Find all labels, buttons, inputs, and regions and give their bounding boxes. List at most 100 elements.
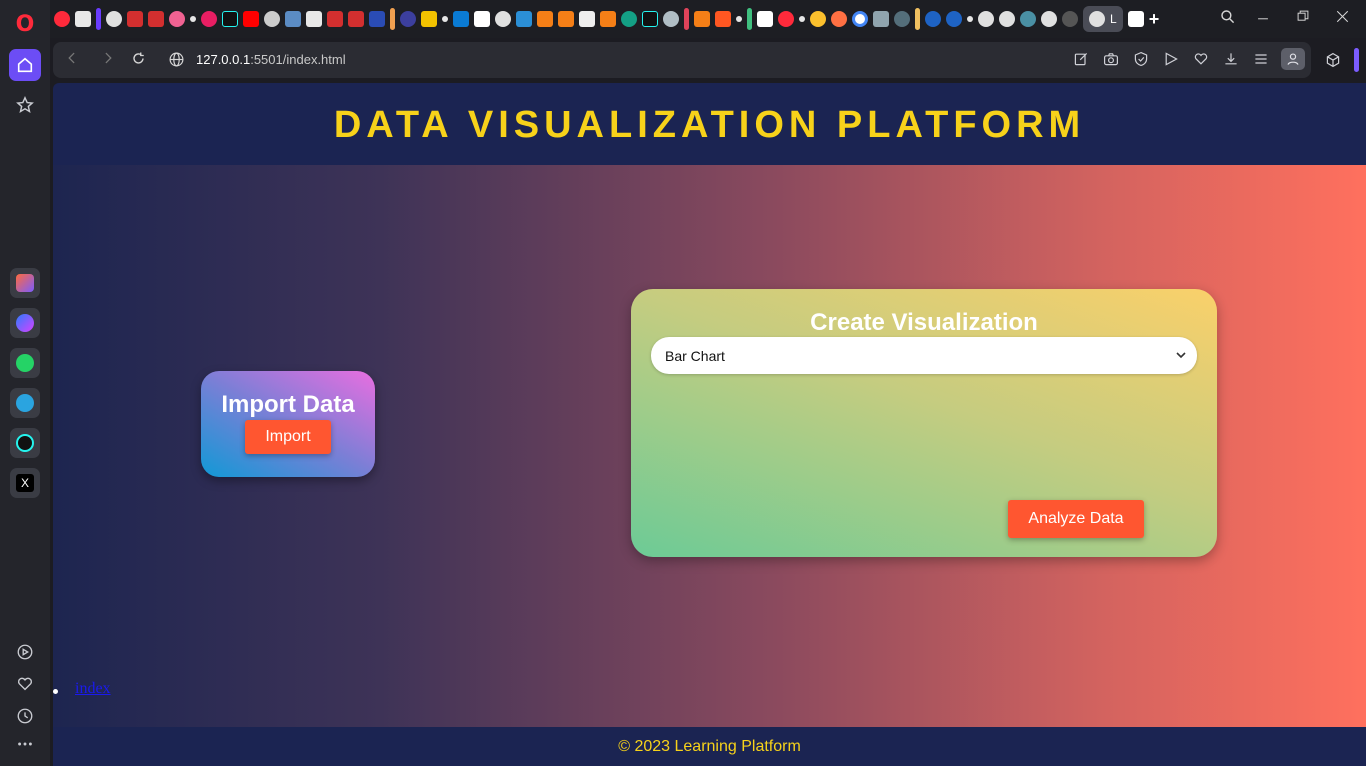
x-icon[interactable]: X bbox=[10, 468, 40, 498]
snapshot-edit-icon[interactable] bbox=[1071, 48, 1091, 70]
chevron-down-icon bbox=[1176, 352, 1186, 359]
emoji-tab-icon[interactable] bbox=[264, 11, 280, 27]
aria-icon[interactable] bbox=[10, 268, 40, 298]
player-icon[interactable] bbox=[9, 636, 41, 668]
list-bullet bbox=[53, 689, 58, 694]
sidebar-accent-bar bbox=[1354, 48, 1359, 72]
opera-tab-icon[interactable] bbox=[54, 11, 70, 27]
analyze-data-button[interactable]: Analyze Data bbox=[1008, 500, 1144, 538]
back-icon[interactable] bbox=[65, 51, 79, 69]
toolbar-icons bbox=[1071, 48, 1305, 70]
document-tab-icon[interactable] bbox=[306, 11, 322, 27]
import-button[interactable]: Import bbox=[245, 420, 331, 454]
opera-logo-icon[interactable]: O bbox=[9, 8, 41, 40]
heart-icon[interactable] bbox=[9, 668, 41, 700]
site-tab-icon[interactable] bbox=[978, 11, 994, 27]
gmail-tab-icon[interactable] bbox=[327, 11, 343, 27]
camera-icon[interactable] bbox=[1101, 48, 1121, 70]
tab-dot bbox=[799, 16, 805, 22]
profile-icon[interactable] bbox=[1281, 48, 1305, 70]
reload-icon[interactable] bbox=[131, 51, 146, 70]
chart-type-select[interactable]: Bar Chart bbox=[651, 337, 1197, 374]
tiktok-icon[interactable] bbox=[10, 428, 40, 458]
tiktok-tab-icon[interactable] bbox=[222, 11, 238, 27]
site-tab-icon[interactable] bbox=[1062, 11, 1078, 27]
vscode-tab-icon[interactable] bbox=[453, 11, 469, 27]
minimize-icon[interactable] bbox=[1256, 9, 1270, 27]
site-tab-icon[interactable] bbox=[474, 11, 490, 27]
site-tab-icon[interactable] bbox=[663, 11, 679, 27]
address-bar: 127.0.0.1:5501/index.html bbox=[53, 42, 1311, 78]
viz-card-heading: Create Visualization bbox=[810, 309, 1038, 336]
flower-tab-icon[interactable] bbox=[169, 11, 185, 27]
site-tab-icon[interactable] bbox=[810, 11, 826, 27]
steam-tab-icon[interactable] bbox=[285, 11, 301, 27]
gmail-tab-icon[interactable] bbox=[148, 11, 164, 27]
active-tab[interactable]: L bbox=[1083, 6, 1123, 32]
page-footer: © 2023 Learning Platform bbox=[53, 727, 1366, 766]
site-tab-icon[interactable] bbox=[516, 11, 532, 27]
globe-tab-icon[interactable] bbox=[495, 11, 511, 27]
restore-icon[interactable] bbox=[1296, 9, 1310, 27]
site-tab-icon[interactable] bbox=[600, 11, 616, 27]
extensions-cube-icon[interactable] bbox=[1318, 44, 1348, 76]
site-tab-icon[interactable] bbox=[579, 11, 595, 27]
heart-icon[interactable] bbox=[1191, 48, 1211, 70]
google-tab-icon[interactable] bbox=[852, 11, 868, 27]
download-icon[interactable] bbox=[1221, 48, 1241, 70]
chart-type-selected-value: Bar Chart bbox=[665, 348, 725, 364]
browser-sidebar: O X bbox=[0, 0, 50, 766]
more-icon[interactable] bbox=[9, 728, 41, 760]
site-tab-icon[interactable] bbox=[558, 11, 574, 27]
import-data-card: Import Data Import bbox=[201, 371, 375, 477]
close-window-icon[interactable] bbox=[1335, 9, 1350, 28]
site-tab-icon[interactable] bbox=[873, 11, 889, 27]
settings-tab-icon[interactable] bbox=[201, 11, 217, 27]
easy-setup-icon[interactable] bbox=[1251, 48, 1271, 70]
edge-tab-icon[interactable] bbox=[925, 11, 941, 27]
gmail-tab-icon[interactable] bbox=[348, 11, 364, 27]
site-tab-icon[interactable] bbox=[537, 11, 553, 27]
site-tab-icon[interactable] bbox=[831, 11, 847, 27]
globe-tab-icon[interactable] bbox=[1041, 11, 1057, 27]
page-viewport: DATA VISUALIZATION PLATFORM Import Data … bbox=[53, 83, 1366, 766]
home-icon[interactable] bbox=[9, 49, 41, 81]
whatsapp-icon[interactable] bbox=[10, 348, 40, 378]
site-tab-icon[interactable] bbox=[369, 11, 385, 27]
site-tab-icon[interactable] bbox=[757, 11, 773, 27]
tab-group-divider bbox=[747, 8, 752, 30]
url-path: :5501/index.html bbox=[250, 52, 346, 67]
globe-tab-icon[interactable] bbox=[106, 11, 122, 27]
gmail-tab-icon[interactable] bbox=[127, 11, 143, 27]
edge-tab-icon[interactable] bbox=[946, 11, 962, 27]
site-tab-icon[interactable] bbox=[894, 11, 910, 27]
site-tab-icon[interactable] bbox=[715, 11, 731, 27]
site-info-globe-icon[interactable] bbox=[168, 51, 185, 68]
url-field[interactable]: 127.0.0.1:5501/index.html bbox=[196, 52, 346, 67]
site-tab-icon[interactable] bbox=[694, 11, 710, 27]
youtube-tab-icon[interactable] bbox=[243, 11, 259, 27]
tab-dot bbox=[967, 16, 973, 22]
pause-tab-icon[interactable] bbox=[1127, 11, 1144, 27]
nav-link-index[interactable]: index bbox=[75, 680, 111, 698]
site-tab-icon[interactable] bbox=[621, 11, 637, 27]
site-tab-icon[interactable] bbox=[400, 11, 416, 27]
shield-icon[interactable] bbox=[1131, 48, 1151, 70]
new-tab-plus-icon[interactable]: + bbox=[1149, 10, 1160, 28]
tiktok-tab-icon[interactable] bbox=[642, 11, 658, 27]
globe-tab-icon[interactable] bbox=[999, 11, 1015, 27]
forward-icon[interactable] bbox=[101, 51, 115, 69]
opera-tab-icon[interactable] bbox=[778, 11, 794, 27]
footer-copyright: © 2023 Learning Platform bbox=[618, 737, 801, 755]
tab-search-icon[interactable] bbox=[1220, 9, 1236, 29]
document-tab-icon[interactable] bbox=[75, 11, 91, 27]
site-tab-icon[interactable] bbox=[1020, 11, 1036, 27]
site-tab-icon[interactable] bbox=[421, 11, 437, 27]
tab-dot bbox=[190, 16, 196, 22]
messenger-icon[interactable] bbox=[10, 308, 40, 338]
star-icon[interactable] bbox=[9, 89, 41, 121]
send-icon[interactable] bbox=[1161, 48, 1181, 70]
telegram-icon[interactable] bbox=[10, 388, 40, 418]
page-main: Import Data Import Create Visualization … bbox=[53, 165, 1366, 727]
url-host: 127.0.0.1 bbox=[196, 52, 251, 67]
